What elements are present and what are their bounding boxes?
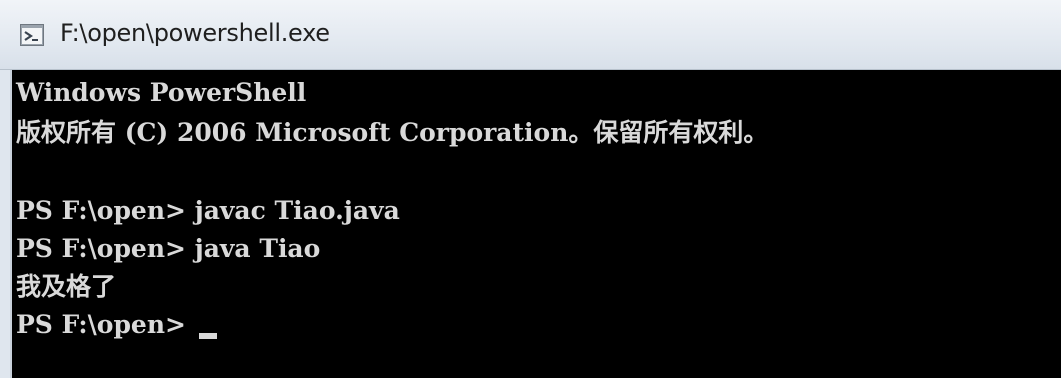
console-line-banner: Windows PowerShell <box>16 78 307 107</box>
console-line-copyright: 版权所有 (C) 2006 Microsoft Corporation。保留所有… <box>16 118 769 147</box>
title-bar[interactable]: F:\open\powershell.exe <box>0 0 1061 70</box>
console-prompt: PS F:\open> <box>16 310 195 339</box>
powershell-window: F:\open\powershell.exe Windows PowerShel… <box>0 0 1061 378</box>
console-line-command-java: PS F:\open> java Tiao <box>16 234 321 263</box>
window-title: F:\open\powershell.exe <box>60 19 330 47</box>
console-prompt-line[interactable]: PS F:\open> <box>16 310 217 340</box>
console-line-program-output: 我及格了 <box>16 272 117 301</box>
text-cursor <box>198 333 217 339</box>
powershell-icon <box>20 24 44 46</box>
console-line-command-javac: PS F:\open> javac Tiao.java <box>16 196 400 225</box>
console-output[interactable]: Windows PowerShell 版权所有 (C) 2006 Microso… <box>10 70 1061 378</box>
